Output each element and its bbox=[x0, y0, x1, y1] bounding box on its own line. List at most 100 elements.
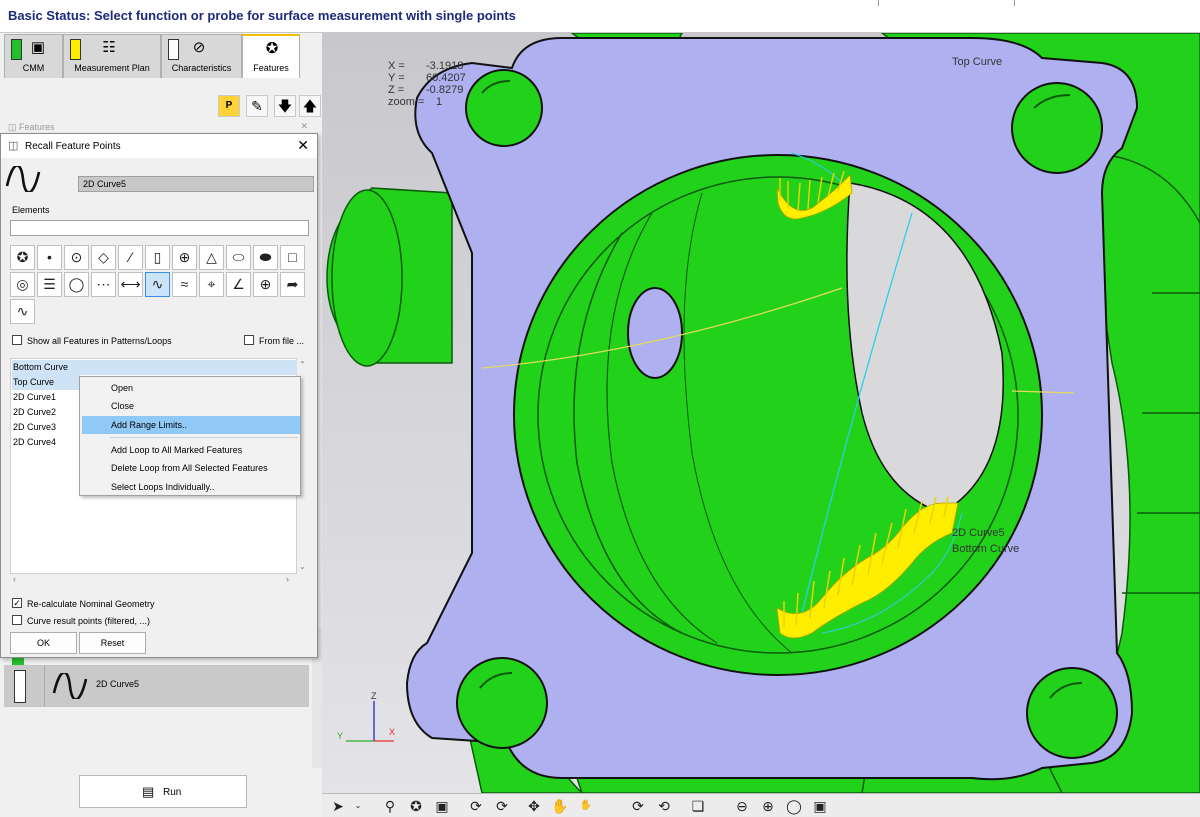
dialog-title: Recall Feature Points bbox=[25, 141, 121, 152]
ok-button[interactable]: OK bbox=[10, 632, 77, 654]
list-horizontal-scrollbar[interactable]: ‹ › bbox=[10, 574, 309, 586]
axis-x-label: X bbox=[389, 727, 396, 737]
plan-status-indicator bbox=[70, 39, 81, 60]
curve-icon bbox=[52, 673, 88, 699]
tab-measurement-plan[interactable]: ☷ Measurement Plan bbox=[63, 34, 161, 78]
coord-y-label: Y = bbox=[388, 72, 405, 84]
dialog-icon: ◫ bbox=[8, 140, 19, 152]
zoom-value: 1 bbox=[436, 96, 443, 108]
pan-icon[interactable]: ✥ bbox=[524, 796, 544, 816]
double-circle-icon[interactable]: ◯ bbox=[64, 272, 89, 297]
curve-result-label: Curve result points (filtered, ...) bbox=[27, 616, 151, 626]
tab-label: Characteristics bbox=[171, 63, 232, 73]
context-menu: Open Close Add Range Limits.. Add Loop t… bbox=[79, 376, 301, 496]
title-separator bbox=[1014, 0, 1015, 6]
sphere-icon[interactable]: ⊕ bbox=[172, 245, 197, 270]
zoom-search-icon[interactable]: ⚲ bbox=[380, 796, 400, 816]
zigzag-icon[interactable]: ∿ bbox=[10, 299, 35, 324]
point-set-icon[interactable]: ⋯ bbox=[91, 272, 116, 297]
3d-curve-icon[interactable]: ≈ bbox=[172, 272, 197, 297]
coord-y-value: 60.4207 bbox=[426, 72, 466, 84]
feature-item-2d-curve5[interactable]: 2D Curve5 bbox=[4, 665, 309, 707]
tab-characteristics[interactable]: ⊘ Characteristics bbox=[161, 34, 242, 78]
title-separator bbox=[878, 0, 879, 6]
xyz-icon[interactable]: ✋ bbox=[576, 796, 596, 816]
hand-icon[interactable]: ✋ bbox=[550, 796, 570, 816]
feature-name-field[interactable]: 2D Curve5 bbox=[78, 176, 314, 192]
shaded-view-icon[interactable]: ✪ bbox=[406, 796, 426, 816]
menu-item-select-loops[interactable]: Select Loops Individually.. bbox=[82, 478, 300, 496]
edit-icon[interactable]: ✎ bbox=[246, 95, 268, 117]
list-item[interactable]: Bottom Curve bbox=[12, 360, 297, 375]
show-all-checkbox[interactable] bbox=[12, 335, 22, 345]
curve-result-checkbox[interactable] bbox=[12, 615, 22, 625]
symmetry-icon[interactable]: ⟷ bbox=[118, 272, 143, 297]
elements-label: Elements bbox=[12, 205, 50, 215]
cylinder-icon[interactable]: ▯ bbox=[145, 245, 170, 270]
from-file-checkbox[interactable] bbox=[244, 335, 254, 345]
freeform-icon[interactable]: ➦ bbox=[280, 272, 305, 297]
tab-label: Measurement Plan bbox=[74, 63, 150, 73]
tab-label: CMM bbox=[22, 63, 45, 73]
zoom-out-icon[interactable]: ⊖ bbox=[732, 796, 752, 816]
intersection-icon[interactable]: ⊕ bbox=[253, 272, 278, 297]
feature-status-indicator bbox=[12, 657, 24, 665]
3d-viewport[interactable]: X = -3.1918 Y = 60.4207 Z = -0.8279 zoom… bbox=[322, 33, 1200, 793]
menu-item-close[interactable]: Close bbox=[82, 397, 300, 415]
view-mode-alt-icon[interactable]: ⟳ bbox=[492, 796, 512, 816]
probe-button[interactable]: P bbox=[218, 95, 240, 117]
run-button[interactable]: ▤ Run bbox=[79, 775, 247, 808]
plan-icon: ☷ bbox=[102, 39, 116, 56]
2d-curve-icon[interactable]: ∿ bbox=[145, 272, 170, 297]
zoom-in-icon[interactable]: ⊕ bbox=[758, 796, 778, 816]
angle-icon[interactable]: ∠ bbox=[226, 272, 251, 297]
cube-icon[interactable]: ❏ bbox=[688, 796, 708, 816]
close-icon[interactable]: ✕ bbox=[297, 137, 309, 154]
chevron-left-icon[interactable]: ‹ bbox=[13, 574, 16, 584]
circle-icon[interactable]: ⊙ bbox=[64, 245, 89, 270]
cmm-status-indicator bbox=[11, 39, 22, 60]
rotate-icon[interactable]: ⟳ bbox=[628, 796, 648, 816]
ellipse-icon[interactable]: ⬭ bbox=[226, 245, 251, 270]
menu-item-open[interactable]: Open bbox=[82, 379, 300, 397]
feature-status-box bbox=[14, 670, 26, 703]
torus-icon[interactable]: ◎ bbox=[10, 272, 35, 297]
coord-x-label: X = bbox=[388, 60, 405, 72]
solid-box-icon[interactable]: ▣ bbox=[432, 796, 452, 816]
plane-icon[interactable]: ◇ bbox=[91, 245, 116, 270]
view-mode-icon[interactable]: ⟳ bbox=[466, 796, 486, 816]
rotate-alt-icon[interactable]: ⟲ bbox=[654, 796, 674, 816]
chevron-up-icon[interactable]: ⌃ bbox=[299, 360, 306, 369]
cmm-icon: ▣ bbox=[30, 39, 46, 56]
chevron-down-icon[interactable]: ⌄ bbox=[299, 562, 306, 571]
characteristics-status-indicator bbox=[168, 39, 179, 60]
cone-icon[interactable]: △ bbox=[199, 245, 224, 270]
chevron-right-icon[interactable]: › bbox=[286, 574, 289, 584]
menu-item-add-loop[interactable]: Add Loop to All Marked Features bbox=[82, 441, 300, 459]
tab-features[interactable]: ✪ Features bbox=[242, 34, 300, 78]
elements-input[interactable] bbox=[10, 220, 309, 236]
zoom-window-icon[interactable]: ▣ bbox=[810, 796, 830, 816]
line-icon[interactable]: ∕ bbox=[118, 245, 143, 270]
menu-item-add-range-limits[interactable]: Add Range Limits.. bbox=[82, 416, 300, 434]
list-item[interactable]: Top Curve bbox=[12, 375, 80, 390]
slot-icon[interactable]: ⬬ bbox=[253, 245, 278, 270]
features-panel-icon: ◫ bbox=[8, 122, 17, 132]
select-pointer-icon[interactable]: ➤ bbox=[328, 796, 348, 816]
reset-button[interactable]: Reset bbox=[79, 632, 146, 654]
stack-icon[interactable]: ☰ bbox=[37, 272, 62, 297]
feature-type-auto-icon[interactable]: ✪ bbox=[10, 245, 35, 270]
label-top-curve: Top Curve bbox=[952, 56, 1003, 68]
probe-point-icon[interactable]: ⌖ bbox=[199, 272, 224, 297]
close-icon[interactable]: ✕ bbox=[300, 121, 308, 132]
tab-cmm[interactable]: ▣ CMM bbox=[4, 34, 63, 78]
chevron-down-icon[interactable]: ⌄ bbox=[348, 796, 368, 816]
zoom-fit-icon[interactable]: ◯ bbox=[784, 796, 804, 816]
dialog-header: ◫ Recall Feature Points ✕ bbox=[1, 134, 317, 158]
point-icon[interactable]: • bbox=[37, 245, 62, 270]
recalc-checkbox[interactable]: ✓ bbox=[12, 598, 22, 608]
move-down-icon[interactable]: 🡇 bbox=[274, 95, 296, 117]
menu-item-delete-loop[interactable]: Delete Loop from All Selected Features bbox=[82, 459, 300, 477]
rectangle-icon[interactable]: □ bbox=[280, 245, 305, 270]
move-up-icon[interactable]: 🡅 bbox=[299, 95, 321, 117]
